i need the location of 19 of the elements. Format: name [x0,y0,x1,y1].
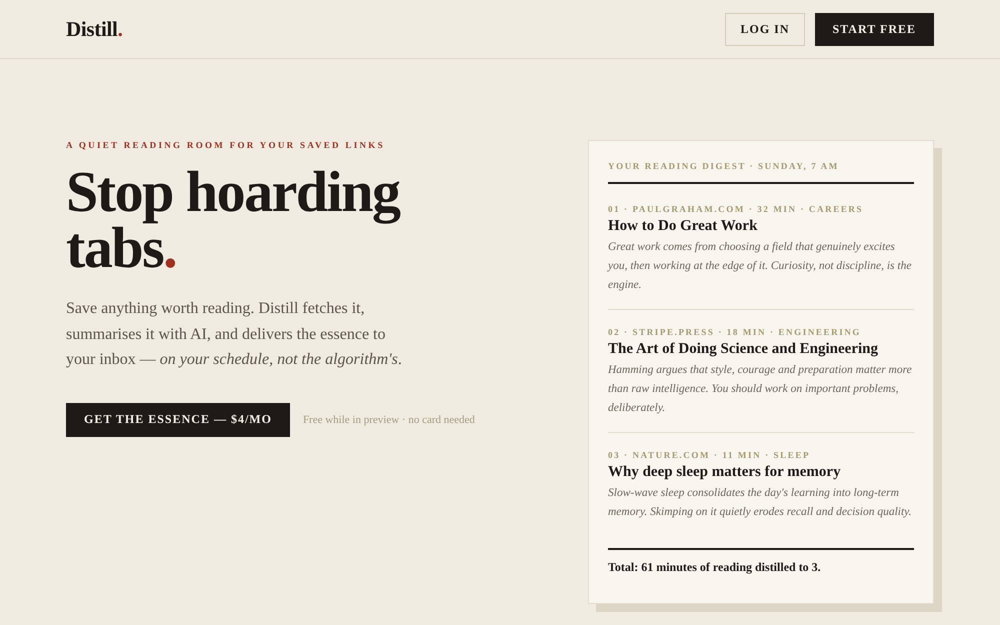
log-in-button[interactable]: LOG IN [725,12,804,46]
start-free-button[interactable]: START FREE [814,12,934,46]
article-meta: 03 · NATURE.COM · 11 MIN · SLEEP [608,450,812,460]
cta-button[interactable]: GET THE ESSENCE — $4/MO [66,402,290,436]
cta-note: Free while in preview · no card needed [302,414,475,426]
intro-paragraph: Save anything worth reading. Distill fetches it, summarises it with AI, and delivers the essence to your inbox — on your schedule, not the algorithm's. [66,299,403,370]
article-meta: 01 · PAULGRAHAM.COM · 32 MIN · CAREERS [608,204,864,214]
digest-total: Total: 61 minutes of reading distilled to 3. [608,548,914,575]
headline: Stop hoarding tabs. [66,164,401,276]
article-summary: Great work comes from choosing a field that genuinely excites you, then working at the edge of it. Curiosity, not discipline, is the engine. [608,240,912,293]
digest-heading: YOUR READING DIGEST · SUNDAY, 7 AM [608,161,914,184]
article-summary: Slow-wave sleep consolidates the day's learning into long-term memory. Skimping on it quietly erodes recall and decision quality. [608,486,913,520]
article-title[interactable]: The Art of Doing Science and Engineering [608,341,914,358]
article-meta: 02 · STRIPE.PRESS · 18 MIN · ENGINEERING [608,327,862,337]
article-title[interactable]: Why deep sleep matters for memory [608,464,914,481]
article-summary: Hamming argues that style, courage and preparation matter more than raw intelligence. You should work on important problems, deliberately. [608,363,913,416]
article-title[interactable]: How to Do Great Work [608,218,914,235]
logo[interactable]: Distill. [66,16,123,42]
eyebrow-text: A QUIET READING ROOM FOR YOUR SAVED LINKS [66,140,386,150]
